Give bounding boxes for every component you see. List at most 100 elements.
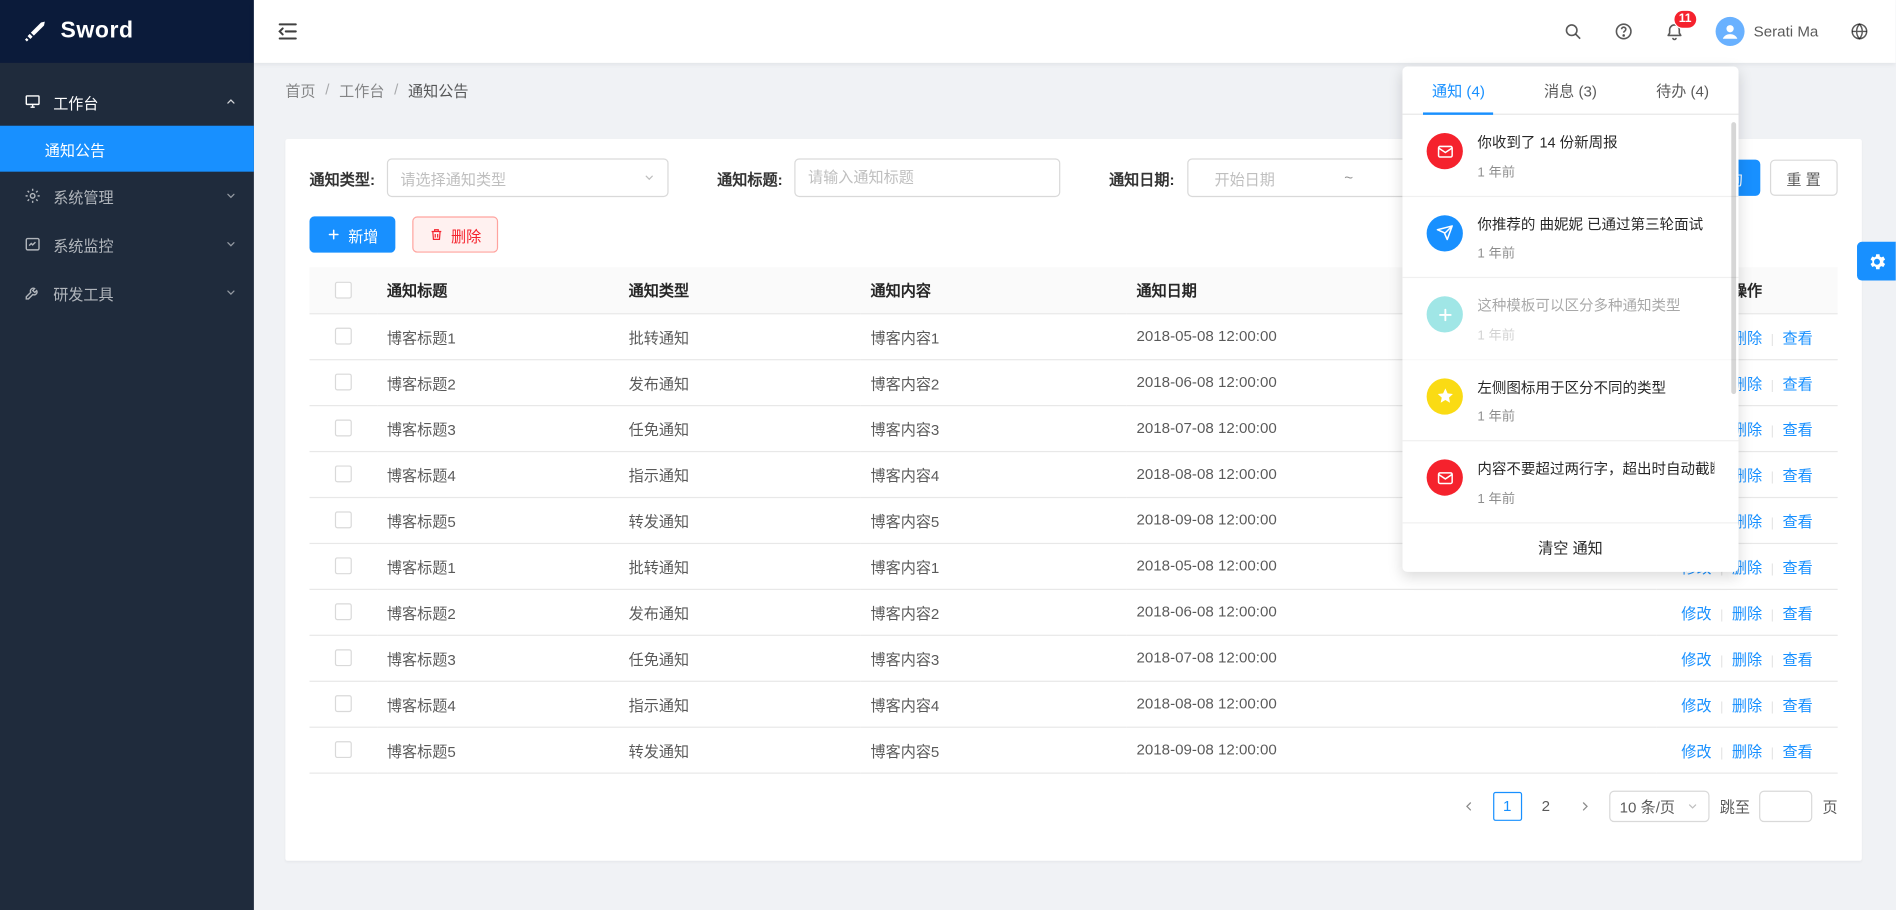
row-checkbox[interactable] bbox=[335, 696, 352, 713]
notification-text: 你收到了 14 份新周报 bbox=[1477, 134, 1617, 153]
sidebar-item-workbench[interactable]: 工作台 bbox=[0, 77, 254, 125]
row-checkbox[interactable] bbox=[335, 328, 352, 345]
chevron-down-icon bbox=[225, 238, 237, 250]
view-link[interactable]: 查看 bbox=[1783, 743, 1813, 760]
main-area: 11 Serati Ma 首页 / 工作台 / 通知公告 bbox=[254, 0, 1896, 910]
notice-type-select[interactable]: 请选择通知类型 bbox=[387, 158, 669, 197]
delete-link[interactable]: 删除 bbox=[1732, 697, 1762, 714]
action-divider: | bbox=[1771, 516, 1774, 531]
row-checkbox[interactable] bbox=[335, 742, 352, 759]
plus-icon bbox=[326, 227, 341, 242]
notification-item[interactable]: 你推荐的 曲妮妮 已通过第三轮面试 1 年前 bbox=[1402, 197, 1738, 279]
view-link[interactable]: 查看 bbox=[1783, 605, 1813, 622]
jump-page-input[interactable] bbox=[1760, 790, 1813, 821]
edit-link[interactable]: 修改 bbox=[1681, 743, 1711, 760]
app-title: Sword bbox=[60, 18, 133, 45]
breadcrumb-workbench[interactable]: 工作台 bbox=[339, 78, 384, 101]
view-link[interactable]: 查看 bbox=[1783, 421, 1813, 438]
column-title: 通知标题 bbox=[377, 267, 619, 313]
tab-notifications[interactable]: 通知 (4) bbox=[1402, 66, 1514, 113]
row-checkbox[interactable] bbox=[335, 604, 352, 621]
page-number-2[interactable]: 2 bbox=[1531, 791, 1560, 820]
view-link[interactable]: 查看 bbox=[1783, 697, 1813, 714]
sidebar-item-label: 系统管理 bbox=[53, 184, 225, 207]
tab-todos[interactable]: 待办 (4) bbox=[1627, 66, 1739, 113]
notification-time: 1 年前 bbox=[1477, 162, 1617, 181]
page-number-1[interactable]: 1 bbox=[1493, 791, 1522, 820]
notice-title-input[interactable] bbox=[795, 158, 1061, 197]
view-link[interactable]: 查看 bbox=[1783, 559, 1813, 576]
sidebar-item-dev-tools[interactable]: 研发工具 bbox=[0, 268, 254, 316]
select-all-checkbox[interactable] bbox=[335, 282, 352, 299]
view-link[interactable]: 查看 bbox=[1783, 513, 1813, 530]
reset-button[interactable]: 重 置 bbox=[1769, 160, 1837, 196]
sidebar-menu: 工作台 通知公告 系统管理 系统监控 bbox=[0, 63, 254, 317]
cell-content: 博客内容4 bbox=[861, 681, 1127, 727]
notification-scrollbar[interactable] bbox=[1731, 122, 1736, 394]
logo[interactable]: Sword bbox=[0, 0, 254, 63]
view-link[interactable]: 查看 bbox=[1783, 329, 1813, 346]
jump-suffix: 页 bbox=[1823, 794, 1838, 817]
pagination: 1 2 10 条/页 跳至 页 bbox=[310, 790, 1838, 821]
notification-item[interactable]: 内容不要超过两行字，超出时自动截断 1 年前 bbox=[1402, 442, 1738, 524]
cell-title: 博客标题5 bbox=[377, 727, 619, 773]
delete-button[interactable]: 删除 bbox=[412, 216, 498, 252]
page-size-select[interactable]: 10 条/页 bbox=[1609, 790, 1710, 821]
delete-link[interactable]: 删除 bbox=[1732, 651, 1762, 668]
edit-link[interactable]: 修改 bbox=[1681, 697, 1711, 714]
star-icon bbox=[1427, 378, 1463, 414]
edit-link[interactable]: 修改 bbox=[1681, 605, 1711, 622]
action-divider: | bbox=[1771, 699, 1774, 714]
sidebar-subitem-label: 通知公告 bbox=[45, 137, 105, 160]
cell-type: 指示通知 bbox=[619, 451, 861, 497]
cell-type: 任免通知 bbox=[619, 635, 861, 681]
row-checkbox[interactable] bbox=[335, 650, 352, 667]
user-menu[interactable]: Serati Ma bbox=[1715, 17, 1818, 46]
sidebar-item-notice[interactable]: 通知公告 bbox=[0, 126, 254, 172]
filter-notice-type: 通知类型: 请选择通知类型 bbox=[310, 158, 669, 197]
breadcrumb-home[interactable]: 首页 bbox=[285, 78, 315, 101]
notification-item-read[interactable]: 这种模板可以区分多种通知类型 1 年前 bbox=[1402, 278, 1738, 360]
notice-type-label: 通知类型: bbox=[310, 166, 375, 189]
start-date-placeholder: 开始日期 bbox=[1214, 166, 1274, 189]
view-link[interactable]: 查看 bbox=[1783, 375, 1813, 392]
settings-fab[interactable] bbox=[1857, 242, 1896, 281]
clear-notifications-button[interactable]: 清空 通知 bbox=[1402, 523, 1738, 571]
add-button[interactable]: 新增 bbox=[310, 216, 396, 252]
chevron-down-icon bbox=[225, 287, 237, 299]
topbar: 11 Serati Ma bbox=[254, 0, 1896, 63]
next-page-icon[interactable] bbox=[1570, 791, 1599, 820]
globe-icon[interactable] bbox=[1850, 22, 1869, 41]
row-checkbox[interactable] bbox=[335, 512, 352, 529]
breadcrumb-separator: / bbox=[394, 81, 398, 98]
row-checkbox[interactable] bbox=[335, 374, 352, 391]
sidebar-item-system-monitor[interactable]: 系统监控 bbox=[0, 220, 254, 268]
cell-content: 博客内容1 bbox=[861, 313, 1127, 359]
bell-icon[interactable]: 11 bbox=[1664, 22, 1683, 41]
action-divider: | bbox=[1771, 332, 1774, 347]
action-divider: | bbox=[1720, 608, 1723, 623]
row-checkbox[interactable] bbox=[335, 420, 352, 437]
edit-link[interactable]: 修改 bbox=[1681, 651, 1711, 668]
delete-link[interactable]: 删除 bbox=[1732, 743, 1762, 760]
row-checkbox[interactable] bbox=[335, 558, 352, 575]
cell-title: 博客标题2 bbox=[377, 589, 619, 635]
question-icon[interactable] bbox=[1613, 22, 1632, 41]
table-row: 博客标题5 转发通知 博客内容5 2018-09-08 12:00:00 修改|… bbox=[310, 727, 1838, 773]
menu-fold-icon[interactable] bbox=[276, 19, 300, 43]
tab-messages[interactable]: 消息 (3) bbox=[1514, 66, 1626, 113]
search-icon[interactable] bbox=[1563, 22, 1582, 41]
prev-page-icon[interactable] bbox=[1454, 791, 1483, 820]
cell-title: 博客标题5 bbox=[377, 497, 619, 543]
view-link[interactable]: 查看 bbox=[1783, 651, 1813, 668]
gear-icon bbox=[1866, 251, 1887, 272]
cell-type: 批转通知 bbox=[619, 543, 861, 589]
view-link[interactable]: 查看 bbox=[1783, 467, 1813, 484]
sidebar-item-system-management[interactable]: 系统管理 bbox=[0, 172, 254, 220]
row-checkbox[interactable] bbox=[335, 466, 352, 483]
notification-item[interactable]: 左侧图标用于区分不同的类型 1 年前 bbox=[1402, 360, 1738, 442]
action-divider: | bbox=[1771, 653, 1774, 668]
notification-item[interactable]: 你收到了 14 份新周报 1 年前 bbox=[1402, 115, 1738, 197]
delete-link[interactable]: 删除 bbox=[1732, 605, 1762, 622]
mail-icon bbox=[1427, 133, 1463, 169]
